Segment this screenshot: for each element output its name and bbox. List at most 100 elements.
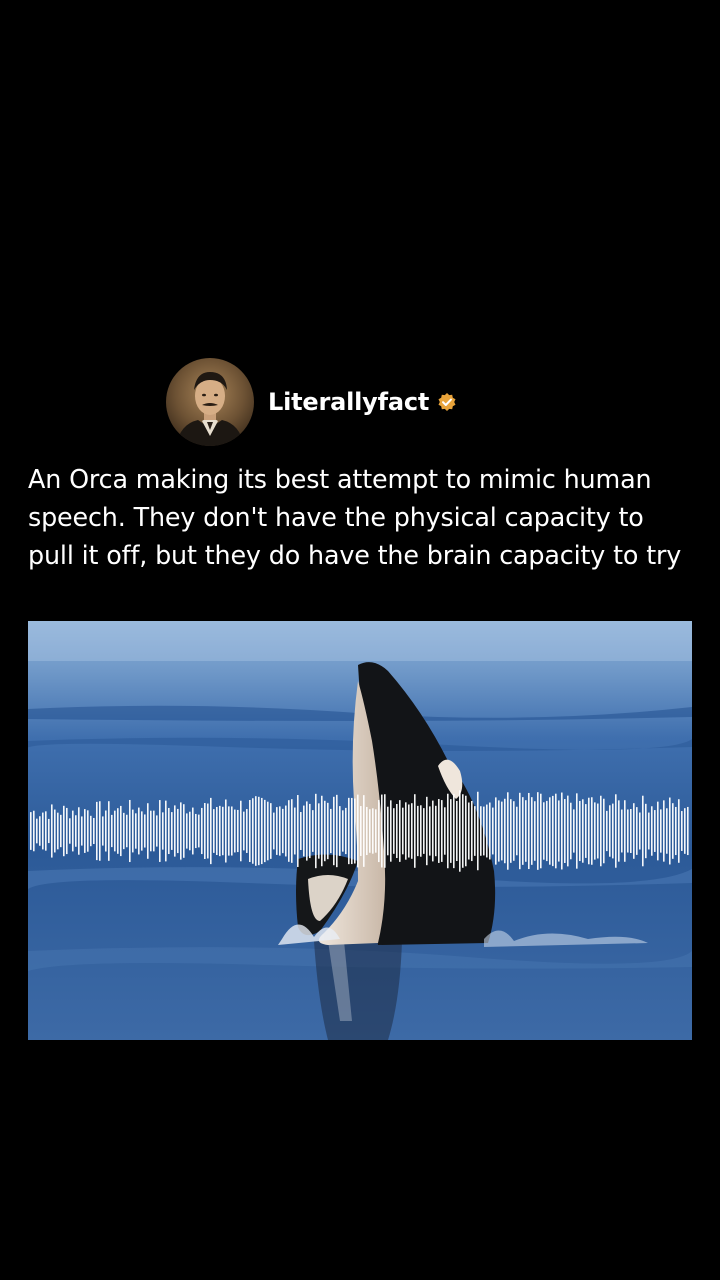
waveform-bar [444, 807, 446, 855]
waveform-bar [591, 797, 593, 865]
waveform-bar [558, 800, 560, 862]
waveform-bar [561, 792, 563, 870]
waveform-bar [171, 812, 173, 850]
waveform-bar [147, 803, 149, 859]
waveform-bar [594, 802, 596, 860]
waveform-bar [387, 806, 389, 856]
waveform-bar [642, 795, 644, 867]
author: Literallyfact [268, 388, 457, 416]
waveform-bar [666, 808, 668, 854]
waveform-bar [390, 800, 392, 862]
waveform-bar [183, 804, 185, 858]
waveform-bar [105, 810, 107, 852]
waveform-bar [69, 818, 71, 844]
waveform-bar [231, 806, 233, 856]
waveform-bar [672, 803, 674, 859]
waveform-bar [582, 799, 584, 863]
waveform-bar [549, 797, 551, 865]
waveform-bar [525, 800, 527, 862]
waveform-bar [456, 800, 458, 862]
waveform-bar [540, 793, 542, 869]
verified-badge-icon [438, 393, 456, 411]
waveform-bar [630, 808, 632, 854]
waveform-bar [84, 809, 86, 853]
waveform-bar [408, 804, 410, 858]
waveform-bar [519, 792, 521, 870]
waveform-bar [396, 803, 398, 859]
waveform-bar [189, 811, 191, 851]
waveform-bar [195, 813, 197, 849]
waveform-bar [135, 813, 137, 849]
waveform-bar [657, 801, 659, 861]
waveform-bar [66, 807, 68, 855]
waveform-bar [498, 800, 500, 862]
waveform-bar [552, 795, 554, 867]
waveform-bar [180, 802, 182, 860]
waveform-bar [234, 809, 236, 853]
waveform-bar [654, 810, 656, 852]
waveform-bar [102, 816, 104, 846]
video-frame [28, 621, 692, 1040]
waveform-bar [435, 805, 437, 857]
waveform-bar [336, 794, 338, 868]
waveform-bar [576, 793, 578, 869]
waveform-bar [597, 803, 599, 859]
waveform-bar [129, 799, 131, 863]
waveform-bar [423, 808, 425, 854]
waveform-bar [273, 812, 275, 850]
waveform-bar [342, 810, 344, 852]
waveform-bar [225, 799, 227, 863]
video-player[interactable] [28, 621, 692, 1040]
waveform-bar [57, 812, 59, 850]
waveform-bar [198, 814, 200, 848]
waveform-bar [441, 800, 443, 862]
waveform-bar [357, 794, 359, 868]
waveform-bar [438, 799, 440, 863]
waveform-bar [372, 808, 374, 854]
waveform-bar [204, 803, 206, 859]
waveform-bar [588, 797, 590, 865]
waveform-bar [600, 795, 602, 867]
waveform-bar [567, 795, 569, 867]
waveform-bar [45, 811, 47, 851]
waveform-bar [243, 811, 245, 851]
waveform-bar [315, 793, 317, 869]
waveform-bar [573, 809, 575, 853]
waveform-bar [612, 803, 614, 859]
waveform-bar [219, 805, 221, 857]
waveform-bar [123, 812, 125, 850]
waveform-bar [546, 800, 548, 862]
waveform-bar [54, 809, 56, 853]
waveform-bar [579, 800, 581, 862]
waveform-bar [138, 807, 140, 855]
waveform-bar [510, 799, 512, 863]
waveform-bar [492, 807, 494, 855]
waveform-bar [606, 810, 608, 852]
waveform-bar [117, 808, 119, 854]
waveform-bar [675, 806, 677, 856]
waveform-bar [681, 811, 683, 851]
waveform-bar [99, 801, 101, 861]
waveform-bar [282, 808, 284, 854]
waveform-bar [126, 814, 128, 848]
waveform-bar [369, 809, 371, 853]
author-name[interactable]: Literallyfact [268, 388, 429, 416]
waveform-bar [162, 812, 164, 850]
waveform-bar [297, 795, 299, 867]
waveform-bar [252, 798, 254, 864]
waveform-bar [414, 794, 416, 868]
waveform-bar [33, 810, 35, 852]
waveform-bar [669, 797, 671, 865]
waveform-bar [483, 806, 485, 856]
waveform-bar [174, 805, 176, 857]
waveform-bar [228, 806, 230, 856]
avatar[interactable] [166, 358, 254, 446]
waveform-bar [288, 800, 290, 862]
waveform-bar [333, 796, 335, 866]
waveform-bar [639, 812, 641, 850]
waveform-bar [114, 810, 116, 852]
waveform-bar [81, 816, 83, 846]
waveform-bar [624, 800, 626, 862]
waveform-bar [462, 794, 464, 868]
waveform-bar [249, 800, 251, 862]
